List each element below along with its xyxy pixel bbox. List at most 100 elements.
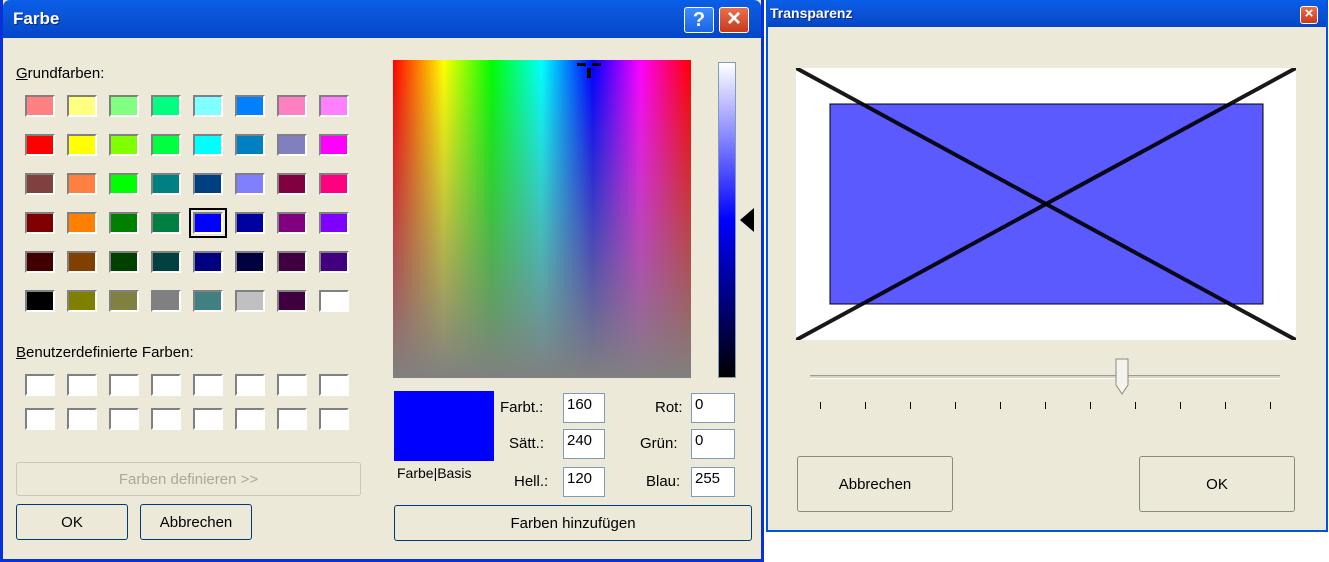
- basic-color-swatch[interactable]: [25, 134, 55, 156]
- define-colors-button[interactable]: Farben definieren >>: [16, 462, 361, 496]
- basic-color-swatch[interactable]: [25, 251, 55, 273]
- crosshair-icon[interactable]: [577, 60, 601, 78]
- slider-thumb[interactable]: [1115, 358, 1129, 396]
- color-spectrum[interactable]: [393, 60, 691, 378]
- custom-color-swatch[interactable]: [151, 408, 181, 430]
- basic-color-swatch[interactable]: [193, 173, 223, 195]
- basic-color-swatch[interactable]: [277, 290, 307, 312]
- saturation-field[interactable]: 240: [563, 429, 605, 459]
- blue-field[interactable]: 255: [691, 467, 735, 497]
- basic-color-swatch[interactable]: [189, 208, 227, 238]
- basic-color-swatch[interactable]: [235, 134, 265, 156]
- basic-color-swatch[interactable]: [319, 134, 349, 156]
- color-preview: [394, 391, 494, 461]
- slider-thumb-shape: [1115, 358, 1128, 395]
- custom-color-swatch[interactable]: [235, 408, 265, 430]
- cancel-button[interactable]: Abbrechen: [797, 456, 953, 512]
- custom-color-swatch[interactable]: [25, 374, 55, 396]
- basic-color-swatch[interactable]: [109, 134, 139, 156]
- basic-color-swatch[interactable]: [193, 95, 223, 117]
- basic-color-swatch[interactable]: [235, 251, 265, 273]
- custom-color-swatch[interactable]: [109, 374, 139, 396]
- basic-color-swatch[interactable]: [25, 173, 55, 195]
- basic-color-swatch[interactable]: [151, 251, 181, 273]
- basic-color-swatch[interactable]: [193, 290, 223, 312]
- basic-color-swatch[interactable]: [25, 290, 55, 312]
- custom-color-swatch[interactable]: [67, 408, 97, 430]
- ok-button[interactable]: OK: [16, 504, 128, 540]
- luminance-arrow-icon[interactable]: [740, 208, 754, 232]
- custom-color-swatch[interactable]: [25, 408, 55, 430]
- basic-color-swatch[interactable]: [193, 134, 223, 156]
- preview-area: [795, 66, 1297, 342]
- ok-button[interactable]: OK: [1139, 456, 1295, 512]
- basic-color-swatch[interactable]: [151, 134, 181, 156]
- custom-color-swatch[interactable]: [319, 374, 349, 396]
- custom-color-swatch[interactable]: [277, 374, 307, 396]
- basic-color-swatch[interactable]: [235, 173, 265, 195]
- luminance-label: Hell.:: [514, 473, 549, 490]
- basic-color-swatch[interactable]: [67, 95, 97, 117]
- add-colors-button[interactable]: Farben hinzufügen: [394, 505, 752, 541]
- luminance-field[interactable]: 120: [563, 467, 605, 497]
- basic-color-swatch[interactable]: [67, 212, 97, 234]
- basic-color-swatch[interactable]: [319, 212, 349, 234]
- basic-color-swatch[interactable]: [193, 251, 223, 273]
- basic-color-swatch[interactable]: [235, 95, 265, 117]
- basic-color-swatch[interactable]: [109, 95, 139, 117]
- basic-colors-label: Grundfarben:: [16, 65, 105, 82]
- basic-color-swatch[interactable]: [151, 95, 181, 117]
- basic-color-swatch[interactable]: [319, 290, 349, 312]
- green-label: Grün:: [640, 435, 678, 452]
- basic-color-swatch[interactable]: [109, 212, 139, 234]
- cancel-button[interactable]: Abbrechen: [140, 504, 252, 540]
- basic-color-swatch[interactable]: [67, 173, 97, 195]
- basic-color-swatch[interactable]: [151, 212, 181, 234]
- hue-field[interactable]: 160: [563, 393, 605, 423]
- basic-color-swatch[interactable]: [109, 173, 139, 195]
- slider-tick: [1225, 402, 1226, 409]
- red-field[interactable]: 0: [691, 393, 735, 423]
- custom-color-swatch[interactable]: [109, 408, 139, 430]
- basic-color-swatch[interactable]: [319, 173, 349, 195]
- blue-label: Blau:: [646, 473, 681, 490]
- title-bar[interactable]: Transparenz ×: [768, 0, 1326, 27]
- basic-color-swatch[interactable]: [235, 212, 265, 234]
- basic-color-swatch[interactable]: [277, 251, 307, 273]
- close-button[interactable]: ×: [719, 7, 749, 33]
- slider-track[interactable]: [810, 375, 1280, 379]
- close-button[interactable]: ×: [1300, 6, 1318, 24]
- green-field[interactable]: 0: [691, 429, 735, 459]
- custom-color-swatch[interactable]: [319, 408, 349, 430]
- hue-label: Farbt.:: [500, 399, 544, 416]
- window-title: Transparenz: [770, 5, 853, 21]
- basic-color-swatch[interactable]: [67, 290, 97, 312]
- luminance-bar[interactable]: [718, 62, 736, 378]
- title-bar[interactable]: Farbe ? ×: [3, 0, 761, 38]
- basic-color-swatch[interactable]: [151, 290, 181, 312]
- basic-color-swatch[interactable]: [319, 251, 349, 273]
- slider-tick: [1270, 402, 1271, 409]
- basic-color-swatch[interactable]: [319, 95, 349, 117]
- basic-color-swatch[interactable]: [277, 134, 307, 156]
- basic-color-swatch[interactable]: [151, 173, 181, 195]
- basic-color-swatch[interactable]: [277, 95, 307, 117]
- basic-color-swatch[interactable]: [109, 251, 139, 273]
- basic-color-swatch[interactable]: [277, 173, 307, 195]
- custom-color-swatch[interactable]: [193, 408, 223, 430]
- basic-color-swatch[interactable]: [277, 212, 307, 234]
- basic-color-swatch[interactable]: [109, 290, 139, 312]
- custom-color-swatch[interactable]: [67, 374, 97, 396]
- basic-color-swatch[interactable]: [25, 212, 55, 234]
- custom-color-swatch[interactable]: [193, 374, 223, 396]
- basic-color-swatch[interactable]: [67, 251, 97, 273]
- basic-color-swatch[interactable]: [67, 134, 97, 156]
- slider-tick: [1090, 402, 1091, 409]
- basic-color-swatch[interactable]: [25, 95, 55, 117]
- crosshair-shape: [577, 63, 601, 78]
- help-button[interactable]: ?: [684, 7, 714, 33]
- basic-color-swatch[interactable]: [235, 290, 265, 312]
- custom-color-swatch[interactable]: [277, 408, 307, 430]
- custom-color-swatch[interactable]: [235, 374, 265, 396]
- custom-color-swatch[interactable]: [151, 374, 181, 396]
